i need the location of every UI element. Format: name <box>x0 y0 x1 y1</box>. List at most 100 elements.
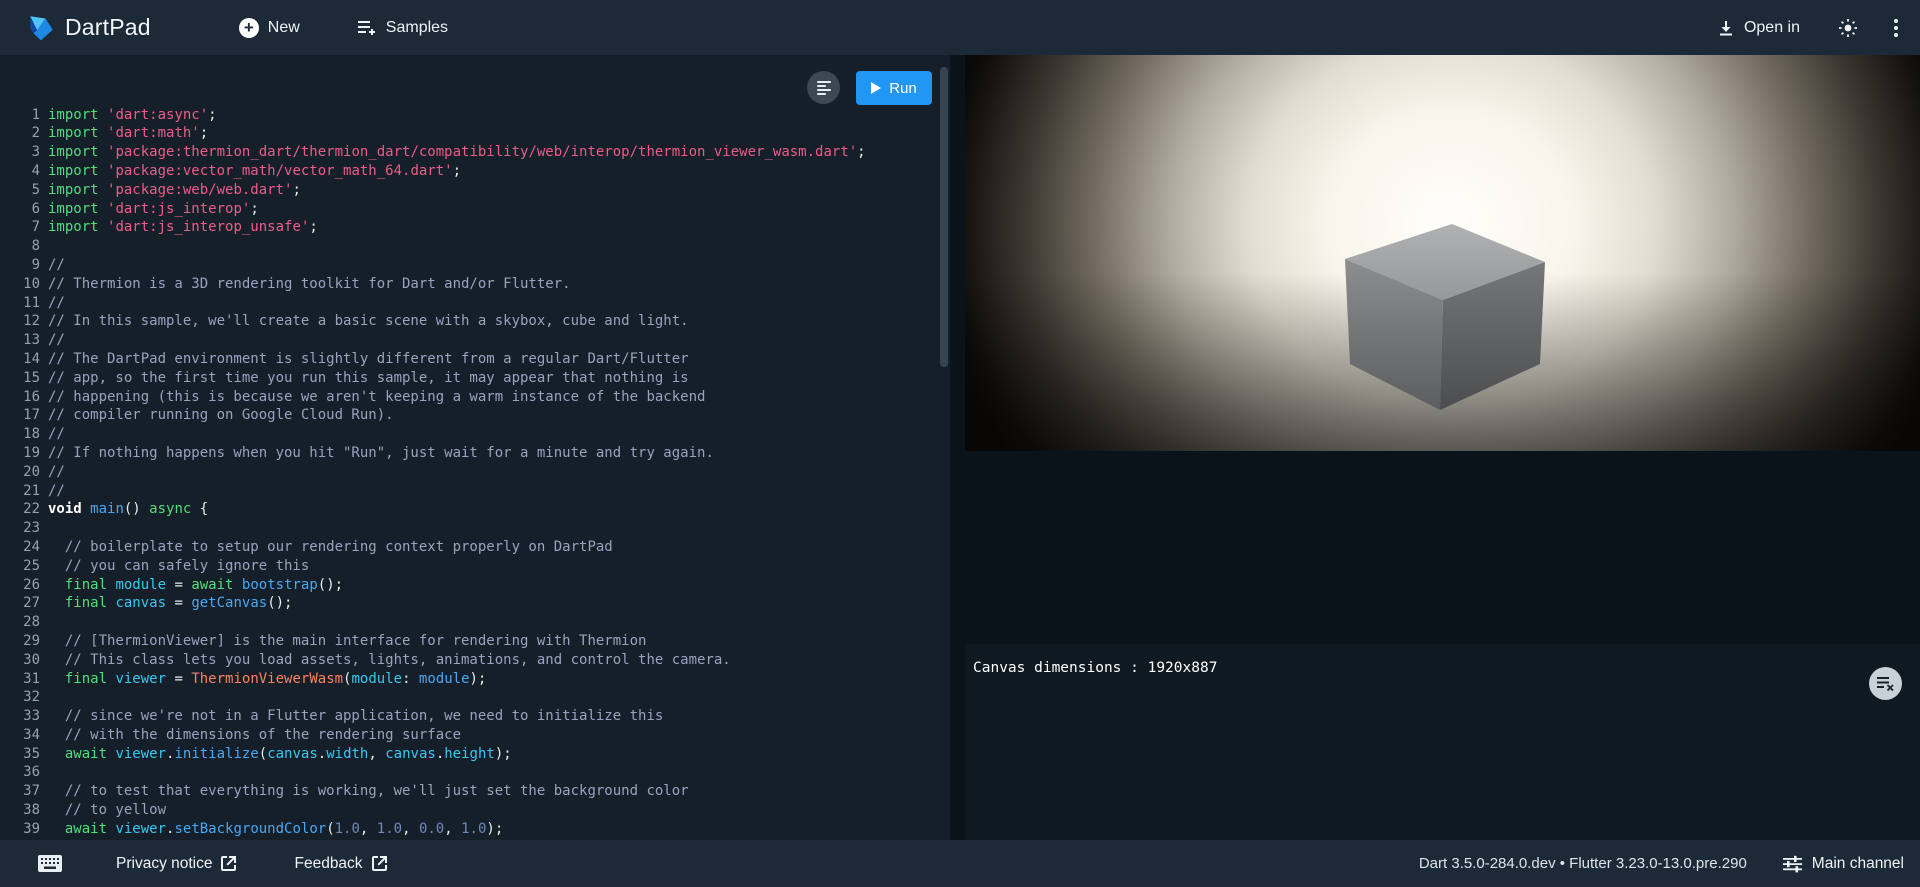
code-line[interactable]: 28 <box>0 613 950 632</box>
cube-3d-render <box>965 55 1920 451</box>
feedback-link[interactable]: Feedback <box>294 855 386 873</box>
console-toggle-button[interactable] <box>32 854 68 873</box>
dart-logo-icon <box>28 13 55 43</box>
code-line[interactable]: 39 await viewer.setBackgroundColor(1.0, … <box>0 820 950 839</box>
code-line[interactable]: 32 <box>0 688 950 707</box>
line-number: 17 <box>0 406 48 425</box>
code-line[interactable]: 2import 'dart:math'; <box>0 124 950 143</box>
code-line[interactable]: 26 final module = await bootstrap(); <box>0 576 950 595</box>
overflow-menu-button[interactable] <box>1890 15 1902 41</box>
code-text: import 'dart:js_interop_unsafe'; <box>48 218 950 237</box>
code-line[interactable]: 4import 'package:vector_math/vector_math… <box>0 162 950 181</box>
code-line[interactable]: 36 <box>0 763 950 782</box>
code-text: void main() async { <box>48 500 950 519</box>
line-number: 33 <box>0 707 48 726</box>
code-line[interactable]: 11// <box>0 294 950 313</box>
open-in-new-icon <box>372 856 387 871</box>
format-align-icon <box>817 81 831 83</box>
line-number: 23 <box>0 519 48 538</box>
code-line[interactable]: 19// If nothing happens when you hit "Ru… <box>0 444 950 463</box>
code-text: // In this sample, we'll create a basic … <box>48 312 950 331</box>
code-lines: 1import 'dart:async';2import 'dart:math'… <box>0 106 950 840</box>
code-line[interactable]: 8 <box>0 237 950 256</box>
code-line[interactable]: 29 // [ThermionViewer] is the main inter… <box>0 632 950 651</box>
code-line[interactable]: 6import 'dart:js_interop'; <box>0 200 950 219</box>
brand: DartPad <box>28 13 151 43</box>
code-line[interactable]: 7import 'dart:js_interop_unsafe'; <box>0 218 950 237</box>
channel-selector[interactable]: Main channel <box>1783 855 1904 873</box>
code-line[interactable]: 14// The DartPad environment is slightly… <box>0 350 950 369</box>
code-line[interactable]: 13// <box>0 331 950 350</box>
editor-scrollbar[interactable] <box>940 67 948 367</box>
code-line[interactable]: 20// <box>0 463 950 482</box>
code-line[interactable]: 27 final canvas = getCanvas(); <box>0 594 950 613</box>
code-line[interactable]: 18// <box>0 425 950 444</box>
clear-console-button[interactable] <box>1869 667 1902 700</box>
editor-panel[interactable]: 1import 'dart:async';2import 'dart:math'… <box>0 55 950 840</box>
code-line[interactable]: 1import 'dart:async'; <box>0 106 950 125</box>
code-line[interactable]: 9// <box>0 256 950 275</box>
playlist-add-icon <box>358 20 377 36</box>
code-text: await viewer.initialize(canvas.width, ca… <box>48 745 950 764</box>
run-button[interactable]: Run <box>856 71 932 105</box>
channel-label: Main channel <box>1812 855 1904 873</box>
feedback-label: Feedback <box>294 855 362 873</box>
console-panel: Canvas dimensions : 1920x887 <box>965 644 1920 840</box>
code-line[interactable]: 25 // you can safely ignore this <box>0 557 950 576</box>
code-text: // [ThermionViewer] is the main interfac… <box>48 632 950 651</box>
code-line[interactable]: 38 // to yellow <box>0 801 950 820</box>
line-number: 2 <box>0 124 48 143</box>
line-number: 20 <box>0 463 48 482</box>
code-text: import 'package:vector_math/vector_math_… <box>48 162 950 181</box>
line-number: 31 <box>0 670 48 689</box>
line-number: 34 <box>0 726 48 745</box>
code-line[interactable]: 37 // to test that everything is working… <box>0 782 950 801</box>
code-line[interactable]: 35 await viewer.initialize(canvas.width,… <box>0 745 950 764</box>
bottom-bar-right: Dart 3.5.0-284.0.dev • Flutter 3.23.0-13… <box>1419 855 1904 873</box>
code-line[interactable]: 33 // since we're not in a Flutter appli… <box>0 707 950 726</box>
code-line[interactable]: 30 // This class lets you load assets, l… <box>0 651 950 670</box>
circle-plus-icon: + <box>239 18 259 38</box>
code-line[interactable]: 21// <box>0 482 950 501</box>
code-line[interactable]: 5import 'package:web/web.dart'; <box>0 181 950 200</box>
line-number: 11 <box>0 294 48 313</box>
top-bar: DartPad + New Samples <box>0 0 1920 55</box>
new-button[interactable]: + New <box>233 17 306 39</box>
code-text: // <box>48 331 950 350</box>
line-number: 35 <box>0 745 48 764</box>
code-line[interactable]: 10// Thermion is a 3D rendering toolkit … <box>0 275 950 294</box>
line-number: 32 <box>0 688 48 707</box>
code-line[interactable]: 16// happening (this is because we aren'… <box>0 388 950 407</box>
samples-button[interactable]: Samples <box>352 18 454 38</box>
code-text: // you can safely ignore this <box>48 557 950 576</box>
kebab-menu-icon <box>1894 19 1898 23</box>
open-in-button[interactable]: Open in <box>1711 18 1806 38</box>
code-text: // boilerplate to setup our rendering co… <box>48 538 950 557</box>
code-line[interactable]: 17// compiler running on Google Cloud Ru… <box>0 406 950 425</box>
code-text: // app, so the first time you run this s… <box>48 369 950 388</box>
code-line[interactable]: 31 final viewer = ThermionViewerWasm(mod… <box>0 670 950 689</box>
code-line[interactable]: 23 <box>0 519 950 538</box>
line-number: 29 <box>0 632 48 651</box>
line-number: 15 <box>0 369 48 388</box>
webgl-canvas <box>965 55 1920 451</box>
code-line[interactable]: 24 // boilerplate to setup our rendering… <box>0 538 950 557</box>
code-editor[interactable]: 1import 'dart:async';2import 'dart:math'… <box>0 55 950 840</box>
code-line[interactable]: 15// app, so the first time you run this… <box>0 369 950 388</box>
code-line[interactable]: 34 // with the dimensions of the renderi… <box>0 726 950 745</box>
run-button-label: Run <box>889 80 917 97</box>
line-number: 16 <box>0 388 48 407</box>
code-text: import 'dart:async'; <box>48 106 950 125</box>
code-text <box>48 519 950 538</box>
line-number: 12 <box>0 312 48 331</box>
line-number: 5 <box>0 181 48 200</box>
code-line[interactable]: 12// In this sample, we'll create a basi… <box>0 312 950 331</box>
privacy-notice-link[interactable]: Privacy notice <box>116 855 236 873</box>
format-button[interactable] <box>807 71 840 104</box>
code-text: import 'dart:math'; <box>48 124 950 143</box>
theme-toggle-button[interactable] <box>1832 17 1864 39</box>
line-number: 1 <box>0 106 48 125</box>
code-line[interactable]: 3import 'package:thermion_dart/thermion_… <box>0 143 950 162</box>
code-text <box>48 237 950 256</box>
code-line[interactable]: 22void main() async { <box>0 500 950 519</box>
